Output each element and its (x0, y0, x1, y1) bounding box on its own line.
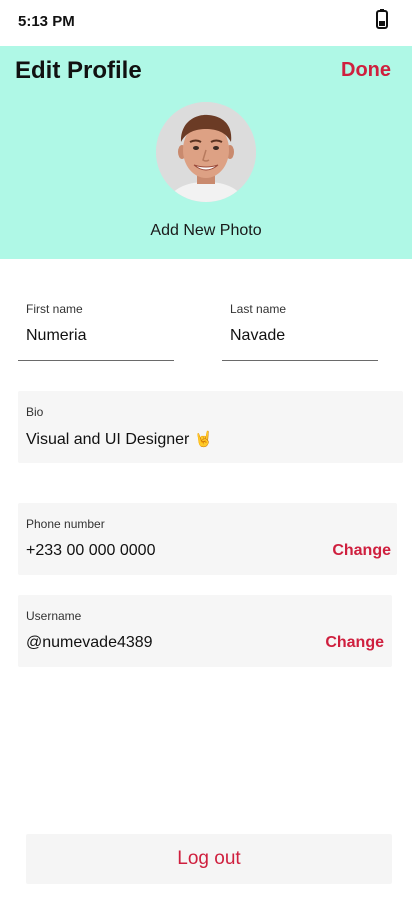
avatar[interactable] (156, 102, 256, 202)
first-name-value[interactable]: Numeria (26, 327, 86, 345)
phone-number-value: +233 00 000 0000 (26, 542, 156, 559)
change-username-button[interactable]: Change (325, 634, 384, 652)
done-button[interactable]: Done (341, 59, 391, 82)
add-new-photo-button[interactable]: Add New Photo (0, 222, 412, 240)
profile-photo (156, 102, 256, 202)
username-field: Username @numevade4389 Change (18, 595, 392, 667)
status-time: 5:13 PM (18, 13, 75, 30)
edit-profile-screen: 5:13 PM Edit Profile Done Add New Photo … (0, 0, 412, 917)
profile-header: Edit Profile Done Add New Photo (0, 46, 412, 259)
username-label: Username (26, 609, 82, 623)
bio-text: Visual and UI Designer (26, 431, 190, 448)
first-name-field[interactable]: First name Numeria (18, 296, 174, 361)
status-bar: 5:13 PM (0, 0, 412, 46)
rock-on-hand-icon: 🤘 (194, 431, 214, 448)
last-name-label: Last name (230, 302, 287, 316)
last-name-field[interactable]: Last name Navade (222, 296, 378, 361)
logout-button[interactable]: Log out (26, 834, 392, 884)
last-name-value[interactable]: Navade (230, 327, 285, 345)
bio-value[interactable]: Visual and UI Designer 🤘 (26, 430, 213, 449)
battery-icon (376, 9, 388, 29)
page-title: Edit Profile (15, 57, 142, 84)
phone-number-field: Phone number +233 00 000 0000 Change (18, 503, 397, 575)
change-phone-button[interactable]: Change (332, 542, 391, 560)
bio-label: Bio (26, 405, 44, 419)
username-value: @numevade4389 (26, 634, 153, 651)
bio-field[interactable]: Bio Visual and UI Designer 🤘 (18, 391, 403, 463)
phone-number-label: Phone number (26, 517, 105, 531)
first-name-label: First name (26, 302, 83, 316)
